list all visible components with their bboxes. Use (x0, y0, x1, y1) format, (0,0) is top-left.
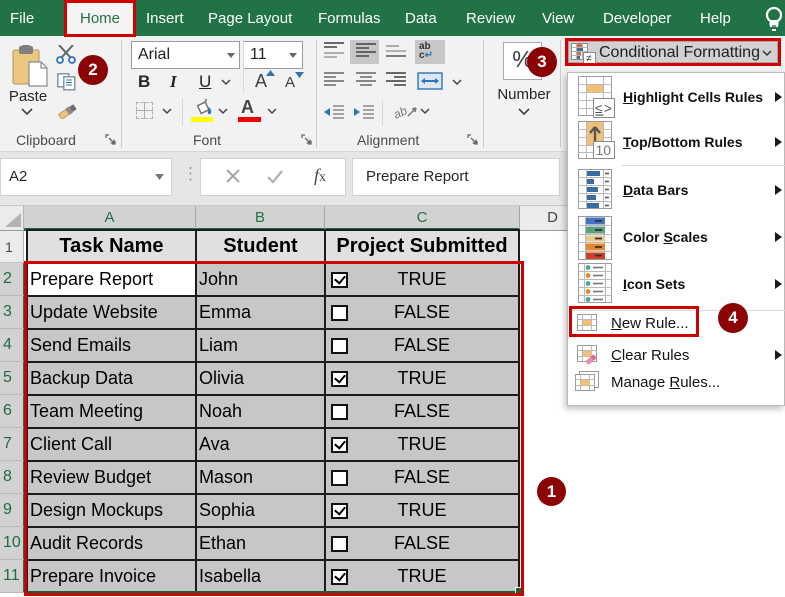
svg-text:10: 10 (596, 142, 612, 158)
svg-text:>: > (604, 101, 612, 116)
svg-text:≤: ≤ (595, 101, 602, 116)
svg-text:ab: ab (394, 103, 410, 121)
